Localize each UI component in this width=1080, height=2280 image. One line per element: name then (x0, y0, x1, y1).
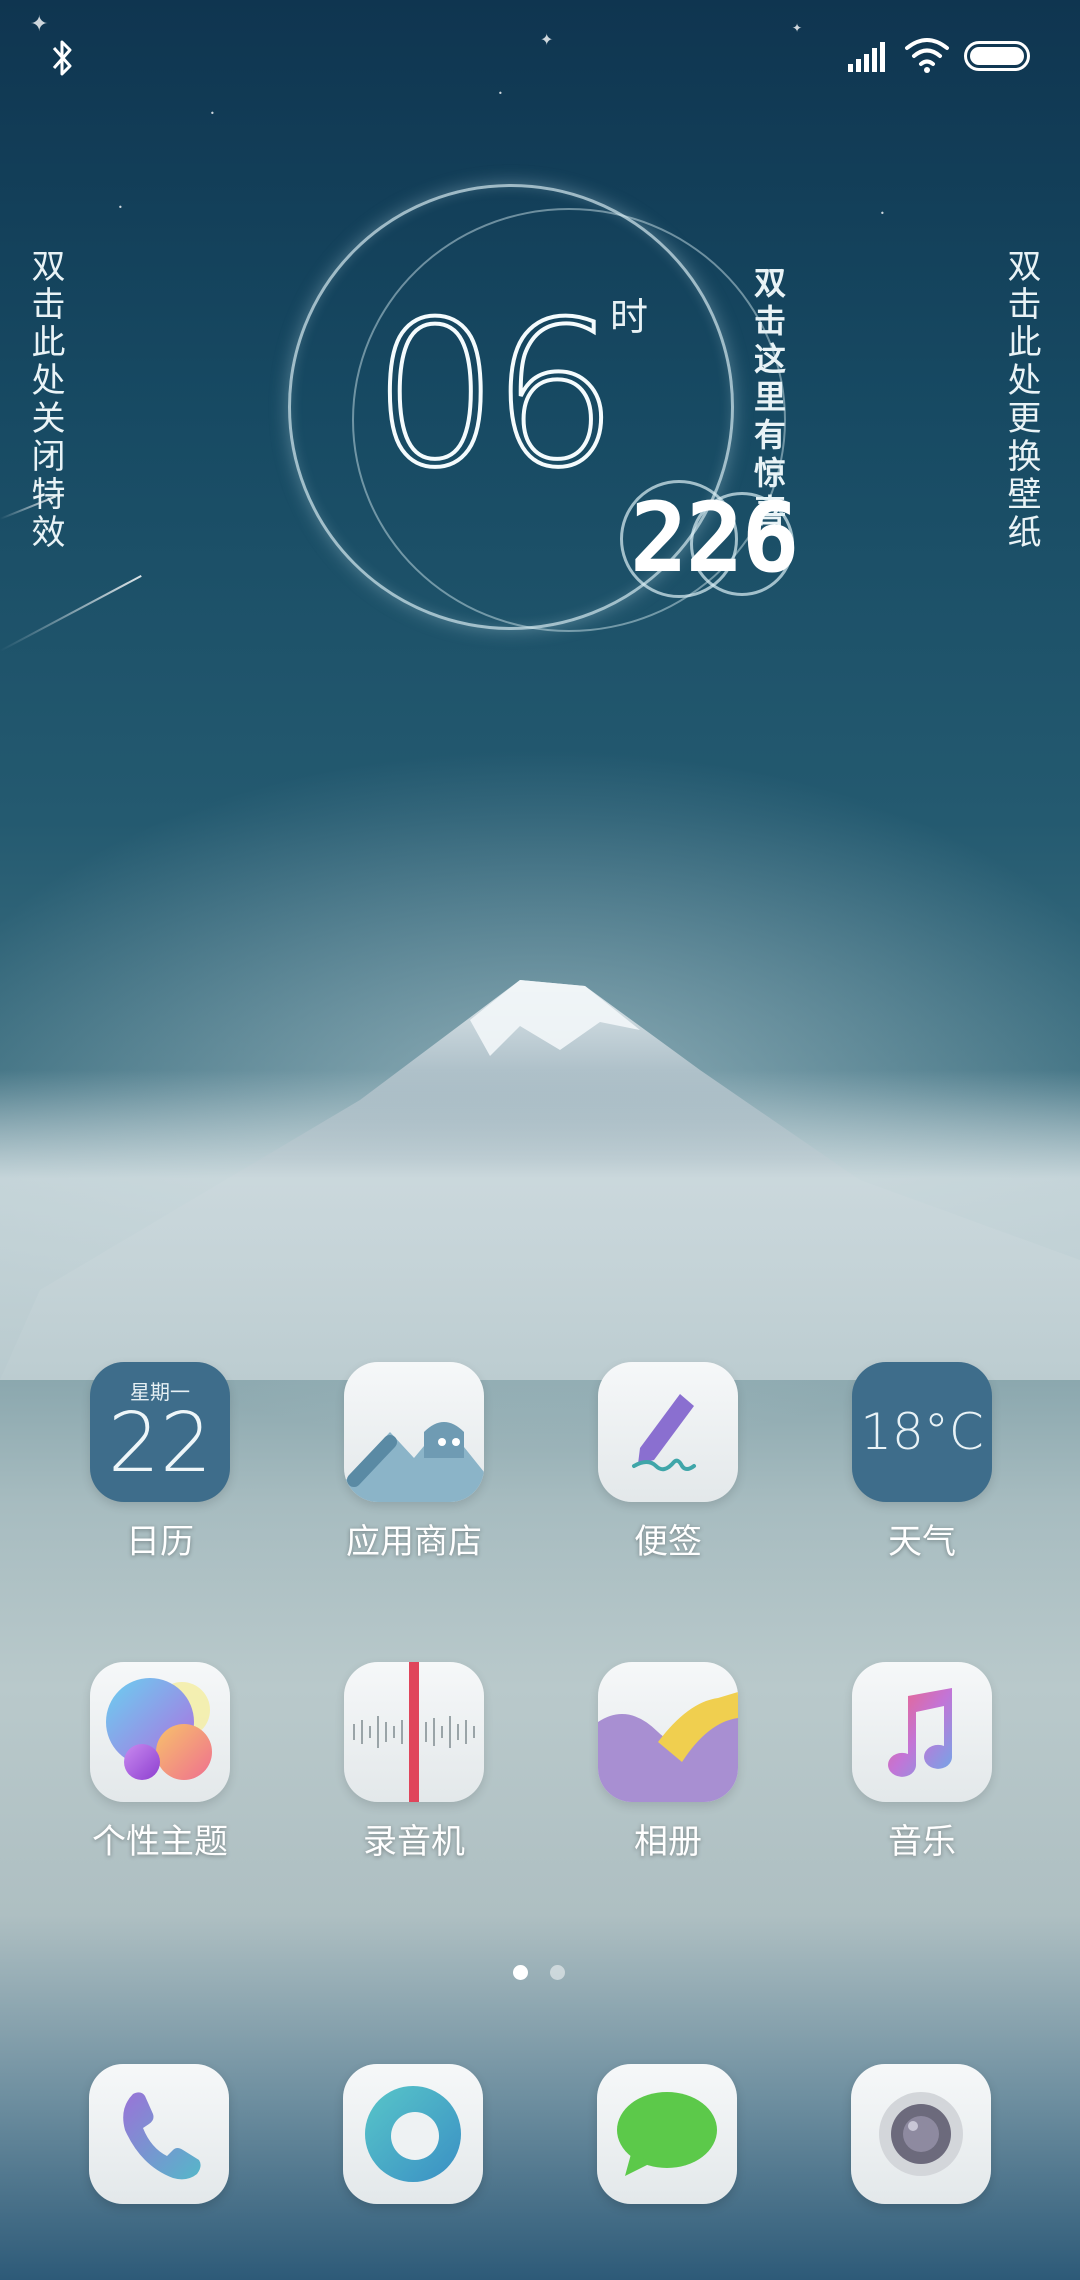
star-icon: • (210, 109, 215, 118)
clock-widget[interactable]: 06 时 226 (280, 178, 800, 638)
weather-temperature: 18°C (860, 1403, 984, 1461)
app-label: 个性主题 (92, 1822, 228, 1862)
clock-hour-label: 时 (610, 295, 649, 339)
message-icon (617, 2092, 717, 2176)
app-notes[interactable]: 便签 (553, 1362, 783, 1582)
themes-icon (90, 1662, 230, 1802)
app-label: 录音机 (363, 1822, 465, 1862)
mountain-illustration (0, 980, 1080, 1380)
app-weather[interactable]: 18°C 天气 (807, 1362, 1037, 1582)
app-label: 应用商店 (346, 1522, 482, 1562)
music-icon (852, 1662, 992, 1802)
app-gallery[interactable]: 相册 (553, 1662, 783, 1882)
app-label: 音乐 (888, 1822, 956, 1862)
phone-icon (123, 2092, 201, 2180)
recorder-icon (344, 1662, 484, 1802)
weather-icon: 18°C (852, 1362, 992, 1502)
app-store-icon (344, 1362, 484, 1502)
star-icon: • (880, 209, 885, 218)
app-music[interactable]: 音乐 (807, 1662, 1037, 1882)
signal-bars-icon (848, 42, 885, 72)
dock-camera[interactable] (851, 2064, 991, 2204)
battery-level (970, 47, 1024, 65)
browser-icon (365, 2086, 461, 2182)
calendar-icon: 星期一 22 (90, 1362, 230, 1502)
app-calendar[interactable]: 星期一 22 日历 (45, 1362, 275, 1582)
dock-phone[interactable] (89, 2064, 229, 2204)
app-recorder[interactable]: 录音机 (299, 1662, 529, 1882)
notes-icon (598, 1362, 738, 1502)
app-themes[interactable]: 个性主题 (45, 1662, 275, 1882)
bluetooth-icon (52, 40, 72, 76)
clock-hour: 06 (370, 279, 620, 512)
calendar-date: 22 (107, 1396, 213, 1491)
camera-icon (879, 2092, 963, 2176)
dock-messages[interactable] (597, 2064, 737, 2204)
app-label: 相册 (634, 1822, 702, 1862)
star-icon: • (118, 203, 123, 212)
app-app-store[interactable]: 应用商店 (299, 1362, 529, 1582)
app-label: 日历 (126, 1522, 194, 1562)
page-indicator[interactable] (0, 1965, 1080, 1985)
wifi-icon (905, 38, 949, 73)
dock-browser[interactable] (343, 2064, 483, 2204)
shooting-star (0, 575, 142, 652)
status-bar (0, 0, 1080, 110)
gallery-icon (598, 1662, 738, 1802)
close-effects-hint[interactable]: 双击此处关闭特效 (25, 248, 65, 552)
page-dot-active[interactable] (513, 1965, 528, 1980)
app-label: 便签 (634, 1522, 702, 1562)
page-dot[interactable] (550, 1965, 565, 1980)
app-label: 天气 (888, 1522, 956, 1562)
change-wallpaper-hint[interactable]: 双击此处更换壁纸 (1001, 248, 1041, 552)
battery-icon (964, 41, 1030, 71)
clock-minute: 226 (630, 482, 799, 594)
